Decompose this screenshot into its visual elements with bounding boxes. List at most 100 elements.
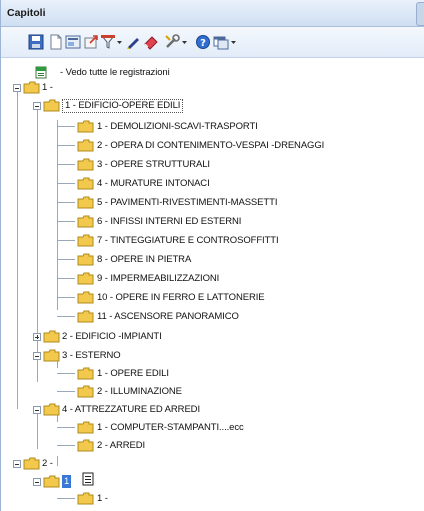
folder-icon bbox=[77, 439, 94, 452]
new-document-icon[interactable] bbox=[48, 34, 64, 50]
dropdown-arrow-icon[interactable] bbox=[230, 34, 237, 50]
tree-item-label: 8 - OPERE IN PIETRA bbox=[97, 254, 192, 265]
tree-item-label: 2 - EDIFICIO -IMPIANTI bbox=[62, 331, 162, 342]
tree-item[interactable]: 1 - bbox=[1, 492, 301, 507]
drag-cursor-icon bbox=[82, 472, 94, 486]
tree-item-label: 6 - INFISSI INTERNI ED ESTERNI bbox=[97, 216, 242, 227]
dropdown-arrow-icon[interactable] bbox=[116, 34, 123, 50]
tree-item-label: 1 - COMPUTER-STAMPANTI....ecc bbox=[97, 422, 244, 433]
tree-item-label: 2 - bbox=[42, 458, 53, 469]
tree-node-2[interactable]: 2 - bbox=[1, 457, 301, 472]
tree-item[interactable]: 7 - TINTEGGIATURE E CONTROSOFFITTI bbox=[1, 234, 424, 249]
tree-item-label: 2 - ARREDI bbox=[97, 440, 146, 451]
tools-icon[interactable] bbox=[164, 34, 180, 50]
tree-node-1-1[interactable]: 1 - EDIFICIO-OPERE EDILI bbox=[1, 99, 301, 114]
tree-item-label: 1 - DEMOLIZIONI-SCAVI-TRASPORTI bbox=[97, 121, 258, 132]
folder-icon bbox=[77, 367, 94, 380]
window-title: Capitoli bbox=[7, 7, 46, 19]
expand-toggle-icon[interactable] bbox=[33, 333, 41, 341]
tree-item[interactable]: 2 - OPERA DI CONTENIMENTO-VESPAI -DRENAG… bbox=[1, 139, 424, 154]
folder-open-icon bbox=[43, 403, 60, 416]
collapse-toggle-icon[interactable] bbox=[13, 460, 21, 468]
filter-icon[interactable] bbox=[100, 34, 116, 50]
window-icon[interactable] bbox=[213, 34, 229, 50]
folder-icon bbox=[77, 421, 94, 434]
tree-item-label: - Vedo tutte le registrazioni bbox=[60, 67, 170, 78]
eraser-icon[interactable] bbox=[143, 34, 159, 50]
tree-item[interactable]: 1 - COMPUTER-STAMPANTI....ecc bbox=[1, 421, 301, 436]
tree-guide bbox=[57, 498, 75, 499]
folder-icon bbox=[77, 234, 94, 247]
svg-text:?: ? bbox=[200, 38, 206, 49]
tree-item[interactable]: 5 - PAVIMENTI-RIVESTIMENTI-MASSETTI bbox=[1, 196, 424, 211]
tree-item[interactable]: 1 - OPERE EDILI bbox=[1, 367, 301, 382]
tree-item-label: 3 - ESTERNO bbox=[62, 350, 121, 361]
tree-node-1-4[interactable]: 4 - ATTREZZATURE ED ARREDI bbox=[1, 403, 301, 418]
tree-guide bbox=[57, 373, 75, 374]
tree-item[interactable]: 2 - ARREDI bbox=[1, 439, 301, 454]
collapse-toggle-icon[interactable] bbox=[33, 352, 41, 360]
tree-node-1[interactable]: 1 - bbox=[1, 81, 301, 96]
folder-icon bbox=[77, 253, 94, 266]
tree-guide bbox=[57, 240, 75, 241]
folder-open-icon bbox=[43, 349, 60, 362]
folder-icon bbox=[77, 215, 94, 228]
tree-item[interactable]: 9 - IMPERMEABILIZZAZIONI bbox=[1, 272, 424, 287]
toolbar: ? bbox=[1, 27, 424, 58]
tree-item[interactable]: 1 - DEMOLIZIONI-SCAVI-TRASPORTI bbox=[1, 120, 424, 135]
export-icon[interactable] bbox=[83, 34, 99, 50]
folder-icon bbox=[77, 385, 94, 398]
folder-icon bbox=[77, 492, 94, 505]
tree-guide bbox=[57, 183, 75, 184]
folder-icon bbox=[77, 120, 94, 133]
tree-item[interactable]: 11 - ASCENSORE PANORAMICO bbox=[1, 310, 424, 325]
tree-node-1-3[interactable]: 3 - ESTERNO bbox=[1, 349, 301, 364]
chapters-tree: - Vedo tutte le registrazioni 1 - 1 - ED… bbox=[1, 58, 424, 511]
save-icon[interactable] bbox=[28, 34, 44, 50]
tree-guide bbox=[57, 145, 75, 146]
tree-item-label: 10 - OPERE IN FERRO E LATTONERIE bbox=[97, 292, 265, 303]
tree-node-2-1[interactable]: 1 bbox=[1, 472, 301, 490]
folder-icon bbox=[77, 310, 94, 323]
tree-node-1-2[interactable]: 2 - EDIFICIO -IMPIANTI bbox=[1, 330, 301, 345]
tree-item-label: 1 bbox=[62, 475, 72, 488]
panel-collapse-tab[interactable] bbox=[416, 2, 424, 26]
tree-item-label: 1 - bbox=[97, 493, 108, 504]
tree-item[interactable]: 10 - OPERE IN FERRO E LATTONERIE bbox=[1, 291, 424, 306]
folder-icon bbox=[77, 158, 94, 171]
tree-guide bbox=[57, 164, 75, 165]
tree-guide bbox=[57, 126, 75, 127]
tree-guide bbox=[57, 221, 75, 222]
tree-item-label: 4 - MURATURE INTONACI bbox=[97, 178, 210, 189]
folder-open-icon bbox=[23, 457, 40, 470]
tree-item[interactable]: 2 - ILLUMINAZIONE bbox=[1, 385, 301, 400]
folder-icon bbox=[77, 196, 94, 209]
title-bar: Capitoli bbox=[1, 0, 424, 27]
tree-item[interactable]: 4 - MURATURE INTONACI bbox=[1, 177, 424, 192]
tree-item-label: 1 - EDIFICIO-OPERE EDILI bbox=[62, 99, 184, 113]
tree-item-all-records[interactable]: - Vedo tutte le registrazioni bbox=[9, 66, 309, 81]
chapters-window: Capitoli ? - Vedo tutte le registrazioni… bbox=[0, 0, 424, 511]
pen-icon[interactable] bbox=[125, 34, 141, 50]
tree-guide bbox=[57, 278, 75, 279]
help-icon[interactable]: ? bbox=[195, 34, 211, 50]
folder-icon bbox=[77, 139, 94, 152]
tree-item[interactable]: 6 - INFISSI INTERNI ED ESTERNI bbox=[1, 215, 424, 230]
tree-item-label: 1 - OPERE EDILI bbox=[97, 368, 169, 379]
folder-icon bbox=[43, 330, 60, 343]
records-icon bbox=[35, 66, 47, 79]
tree-item-label: 5 - PAVIMENTI-RIVESTIMENTI-MASSETTI bbox=[97, 197, 278, 208]
print-preview-icon[interactable] bbox=[65, 34, 81, 50]
tree-item[interactable]: 8 - OPERE IN PIETRA bbox=[1, 253, 424, 268]
tree-item-label: 9 - IMPERMEABILIZZAZIONI bbox=[97, 273, 220, 284]
collapse-toggle-icon[interactable] bbox=[33, 478, 41, 486]
folder-open-icon bbox=[43, 99, 60, 112]
dropdown-arrow-icon[interactable] bbox=[181, 34, 188, 50]
tree-guide bbox=[57, 259, 75, 260]
tree-item-label: 2 - OPERA DI CONTENIMENTO-VESPAI -DRENAG… bbox=[97, 140, 325, 151]
collapse-toggle-icon[interactable] bbox=[33, 406, 41, 414]
collapse-toggle-icon[interactable] bbox=[13, 84, 21, 92]
tree-item[interactable]: 3 - OPERE STRUTTURALI bbox=[1, 158, 424, 173]
collapse-toggle-icon[interactable] bbox=[33, 102, 41, 110]
folder-icon bbox=[77, 177, 94, 190]
